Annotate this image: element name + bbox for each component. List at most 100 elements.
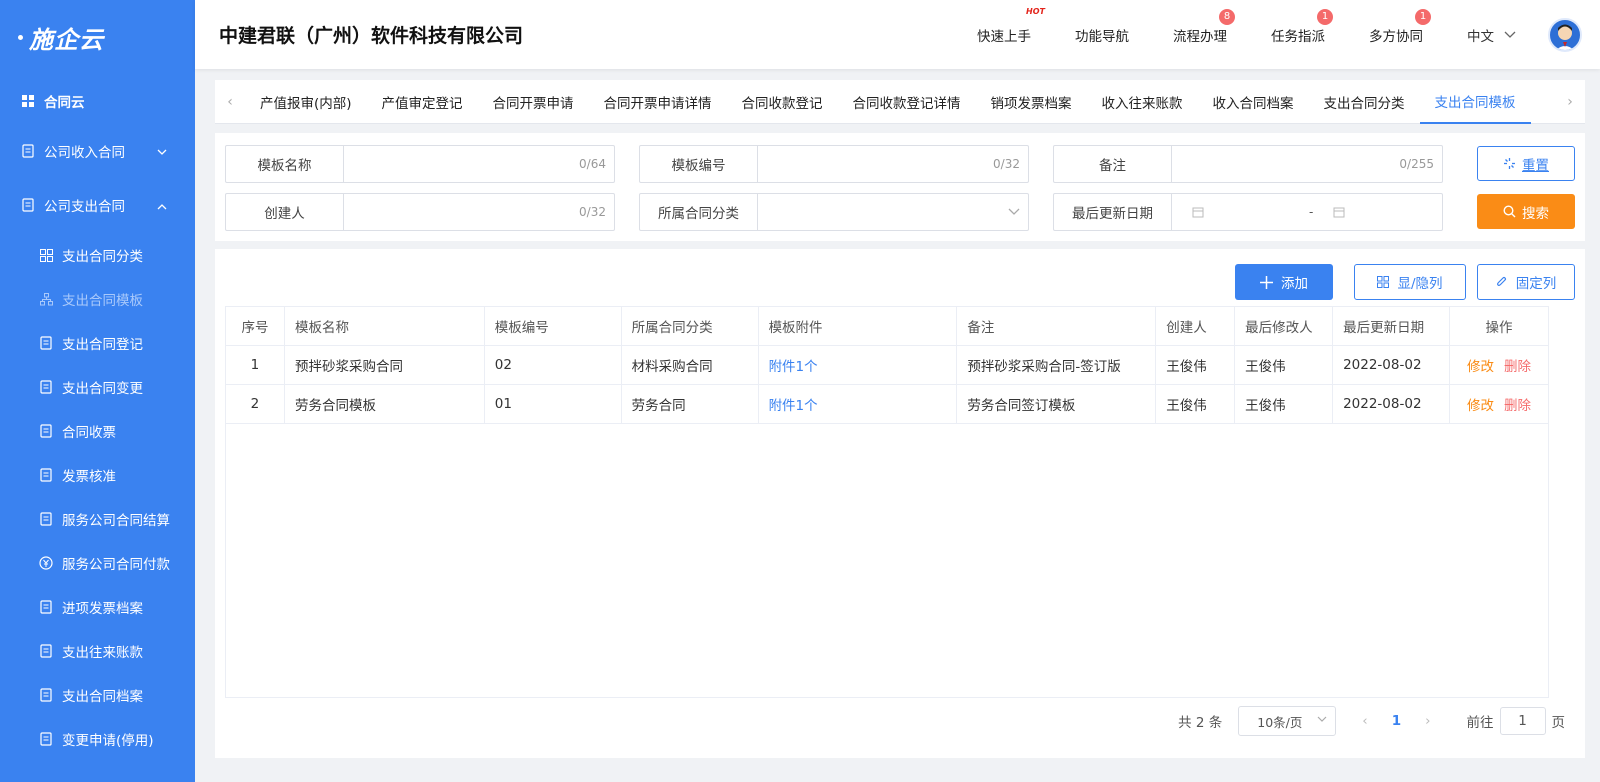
tab-8[interactable]: 收入合同档案 bbox=[1198, 80, 1309, 124]
tab-5[interactable]: 合同收款登记详情 bbox=[838, 80, 976, 124]
category-select[interactable] bbox=[758, 194, 1028, 230]
tab-10[interactable]: 支出合同模板 bbox=[1419, 80, 1531, 124]
hot-icon: HOT bbox=[1026, 6, 1045, 16]
section-divider bbox=[215, 241, 1585, 249]
tab-scroll-left-icon[interactable]: ‹ bbox=[215, 94, 245, 110]
template-name-input[interactable]: 0/64 bbox=[344, 146, 614, 182]
expense-contract-icon bbox=[20, 197, 36, 213]
collaboration-badge: 1 bbox=[1415, 8, 1431, 25]
sidebar-item-12[interactable]: 支出往来账款 bbox=[0, 629, 195, 673]
cell-no: 1 bbox=[250, 357, 260, 373]
current-page[interactable]: 1 bbox=[1392, 713, 1401, 729]
sidebar-item-label: 支出合同登记 bbox=[62, 337, 143, 353]
chevron-down-icon bbox=[157, 144, 167, 160]
tab-0[interactable]: 产值报审(内部) bbox=[245, 80, 367, 124]
attachment-link[interactable]: 附件1个 bbox=[769, 359, 818, 375]
table-body: 1 预拌砂浆采购合同 02 材料采购合同 附件1个 预拌砂浆采购合同-签订版 王俊伟 王俊伟 2… bbox=[225, 345, 1549, 424]
cell-updated: 2022-08-02 bbox=[1343, 357, 1422, 373]
table-cell: 劳务合同模板 bbox=[283, 384, 485, 424]
nav-workflow-label: 流程办理 bbox=[1173, 28, 1227, 45]
sidebar-item-label: 变更申请(停用) bbox=[62, 733, 154, 749]
logo-text: 施企云 bbox=[29, 26, 104, 54]
tab-scroll-right-icon[interactable]: › bbox=[1555, 94, 1585, 110]
prev-page-icon[interactable]: ‹ bbox=[1362, 713, 1367, 729]
sidebar-item-8[interactable]: 发票核准 bbox=[0, 453, 195, 497]
tab-6[interactable]: 销项发票档案 bbox=[976, 80, 1087, 124]
user-avatar[interactable] bbox=[1548, 17, 1582, 52]
table-cell: 1 bbox=[225, 345, 285, 385]
sidebar-item-1[interactable]: 公司收入合同 bbox=[0, 129, 195, 173]
grid-icon bbox=[20, 93, 36, 109]
sidebar-item-9[interactable]: 服务公司合同结算 bbox=[0, 497, 195, 541]
delete-link[interactable]: 删除 bbox=[1504, 359, 1531, 375]
creator-input[interactable]: 0/32 bbox=[344, 194, 614, 230]
nav-workflow[interactable]: 流程办理 8 bbox=[1173, 8, 1235, 45]
tab-list: 产值报审(内部) 产值审定登记 合同开票申请 合同开票申请详情 合同收款登记 合同收款登记… bbox=[245, 80, 1555, 124]
sidebar-item-5[interactable]: 支出合同登记 bbox=[0, 321, 195, 365]
sidebar-item-0[interactable]: 合同云 bbox=[0, 79, 195, 123]
language-select[interactable]: 中文 bbox=[1467, 25, 1516, 45]
goto-page-input[interactable]: 1 bbox=[1499, 707, 1546, 735]
cell-name: 预拌砂浆采购合同 bbox=[294, 359, 403, 375]
delete-link[interactable]: 删除 bbox=[1504, 398, 1531, 414]
toggle-columns-button[interactable]: 显/隐列 bbox=[1354, 264, 1466, 300]
edit-link[interactable]: 修改 bbox=[1467, 398, 1494, 414]
tab-7[interactable]: 收入往来账款 bbox=[1087, 80, 1198, 124]
logo[interactable]: 施企云 bbox=[0, 0, 195, 75]
calendar-icon bbox=[1333, 207, 1345, 218]
cell-category: 劳务合同 bbox=[631, 398, 686, 414]
language-label: 中文 bbox=[1467, 28, 1494, 45]
sidebar-item-7[interactable]: 合同收票 bbox=[0, 409, 195, 453]
fixed-columns-button[interactable]: 固定列 bbox=[1477, 264, 1575, 300]
invoice-archive-icon bbox=[38, 599, 54, 615]
reset-button[interactable]: 重置 bbox=[1477, 146, 1575, 181]
tab-2[interactable]: 合同开票申请 bbox=[478, 80, 589, 124]
template-code-input[interactable]: 0/32 bbox=[758, 146, 1028, 182]
nav-task-assign[interactable]: 任务指派 1 bbox=[1271, 8, 1333, 45]
tab-4[interactable]: 合同收款登记 bbox=[727, 80, 838, 124]
column-header: 最后修改人 bbox=[1234, 306, 1334, 346]
sidebar-item-4[interactable]: 支出合同模板 bbox=[0, 277, 195, 321]
sidebar-item-label: 合同收票 bbox=[62, 425, 116, 441]
sidebar-item-14[interactable]: 变更申请(停用) bbox=[0, 717, 195, 761]
sidebar-item-label: 公司收入合同 bbox=[44, 145, 125, 161]
sidebar-item-3[interactable]: 支出合同分类 bbox=[0, 233, 195, 277]
filter-template-name-label: 模板名称 bbox=[226, 146, 344, 182]
sidebar-item-13[interactable]: 支出合同档案 bbox=[0, 673, 195, 717]
filter-template-name: 模板名称 0/64 bbox=[225, 145, 615, 183]
sidebar-item-10[interactable]: 服务公司合同付款 bbox=[0, 541, 195, 585]
cell-code: 01 bbox=[494, 396, 512, 412]
attachment-link[interactable]: 附件1个 bbox=[769, 398, 818, 414]
chevron-up-icon bbox=[157, 198, 167, 214]
table-cell-actions: 修改 删除 bbox=[1449, 384, 1549, 424]
total-count: 共 2 条 bbox=[1178, 715, 1223, 731]
sidebar-item-2[interactable]: 公司支出合同 bbox=[0, 183, 195, 227]
nav-quick-start[interactable]: 快速上手 HOT bbox=[977, 7, 1045, 45]
column-header: 序号 bbox=[225, 306, 285, 346]
avatar-icon bbox=[1556, 24, 1574, 50]
header-nav: 快速上手 HOT 功能导航 流程办理 8 任务指派 1 多方协同 1 中文 bbox=[977, 0, 1600, 69]
nav-function-guide[interactable]: 功能导航 bbox=[1075, 25, 1129, 45]
goto-prefix: 前往 bbox=[1466, 715, 1494, 731]
date-range-input[interactable]: - bbox=[1172, 194, 1442, 230]
tab-9[interactable]: 支出合同分类 bbox=[1309, 80, 1420, 124]
tab-1[interactable]: 产值审定登记 bbox=[367, 80, 478, 124]
edit-link[interactable]: 修改 bbox=[1467, 359, 1494, 375]
fixed-columns-label: 固定列 bbox=[1515, 276, 1557, 292]
table-cell: 王俊伟 bbox=[1234, 345, 1334, 385]
remark-input[interactable]: 0/255 bbox=[1172, 146, 1442, 182]
page-size-select[interactable]: 10条/页 bbox=[1238, 706, 1337, 736]
next-page-icon[interactable]: › bbox=[1425, 713, 1430, 729]
table-toolbar: 添加 显/隐列 固定列 bbox=[215, 249, 1585, 307]
request-icon bbox=[38, 731, 54, 747]
template-name-counter: 0/64 bbox=[579, 157, 606, 171]
nav-collaboration[interactable]: 多方协同 1 bbox=[1369, 8, 1431, 45]
table-cell: 王俊伟 bbox=[1155, 345, 1236, 385]
sidebar-item-6[interactable]: 支出合同变更 bbox=[0, 365, 195, 409]
sidebar-item-11[interactable]: 进项发票档案 bbox=[0, 585, 195, 629]
add-button[interactable]: 添加 bbox=[1235, 264, 1333, 300]
search-button[interactable]: 搜索 bbox=[1477, 194, 1575, 229]
sidebar-item-label: 支出合同分类 bbox=[62, 249, 143, 265]
column-header: 备注 bbox=[956, 306, 1157, 346]
tab-3[interactable]: 合同开票申请详情 bbox=[589, 80, 727, 124]
